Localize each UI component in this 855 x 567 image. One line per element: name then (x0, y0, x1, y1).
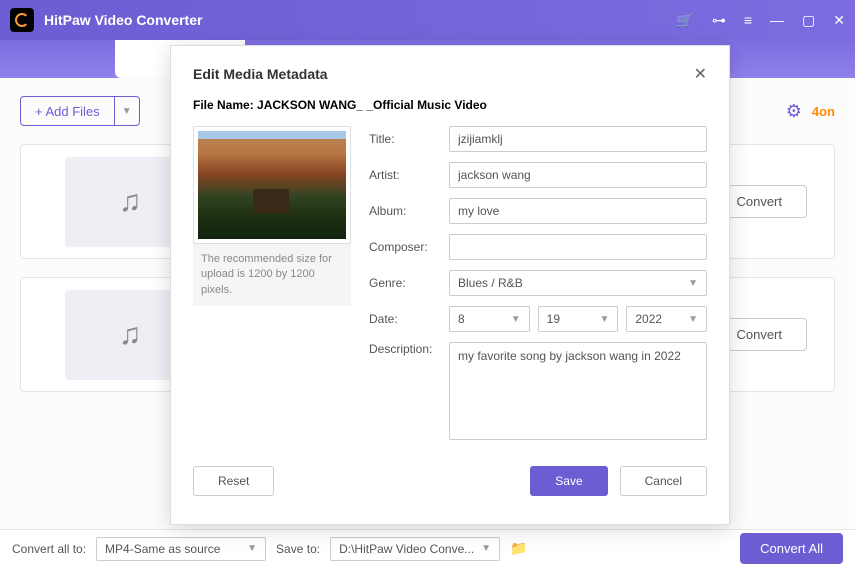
app-logo (10, 8, 34, 32)
title-label: Title: (369, 132, 449, 146)
music-note-icon: ♫ (119, 318, 142, 352)
description-label: Description: (369, 342, 449, 356)
chevron-down-icon: ▼ (122, 106, 132, 117)
convert-all-button[interactable]: Convert All (740, 533, 843, 564)
chevron-down-icon: ▼ (247, 543, 257, 554)
titlebar-controls: 🛒 ⊶ ≡ — ▢ ✕ (676, 12, 845, 29)
modal-close-button[interactable]: ✕ (694, 64, 707, 84)
add-files-button[interactable]: + Add Files ▼ (20, 96, 140, 126)
cart-icon[interactable]: 🛒 (676, 12, 693, 29)
chevron-down-icon: ▼ (688, 314, 698, 325)
artwork-hint: The recommended size for upload is 1200 … (193, 244, 351, 306)
add-files-dropdown[interactable]: ▼ (115, 97, 139, 125)
save-path-value: D:\HitPaw Video Conve... (339, 542, 474, 556)
year-select[interactable]: 2022▼ (626, 306, 707, 332)
description-textarea[interactable] (449, 342, 707, 440)
album-label: Album: (369, 204, 449, 218)
convert-format-value: MP4-Same as source (105, 542, 220, 556)
month-select[interactable]: 8▼ (449, 306, 530, 332)
gpu-icon[interactable]: ⚙ (786, 101, 802, 122)
convert-all-to-label: Convert all to: (12, 542, 86, 556)
genre-label: Genre: (369, 276, 449, 290)
composer-label: Composer: (369, 240, 449, 254)
file-name-label: File Name: (193, 98, 254, 112)
folder-icon[interactable]: 📁 (510, 540, 527, 557)
save-path-select[interactable]: D:\HitPaw Video Conve... ▼ (330, 537, 500, 561)
modal-form: Title: Artist: Album: Composer: Genre: B… (369, 126, 707, 450)
save-to-label: Save to: (276, 542, 320, 556)
album-input[interactable] (449, 198, 707, 224)
edit-metadata-modal: Edit Media Metadata ✕ File Name: JACKSON… (170, 45, 730, 525)
modal-footer: Reset Save Cancel (193, 466, 707, 496)
key-icon[interactable]: ⊶ (712, 12, 726, 29)
title-input[interactable] (449, 126, 707, 152)
day-select[interactable]: 19▼ (538, 306, 619, 332)
chevron-down-icon: ▼ (599, 314, 609, 325)
modal-left-column: The recommended size for upload is 1200 … (193, 126, 351, 450)
modal-title: Edit Media Metadata (193, 66, 328, 82)
add-files-label: + Add Files (21, 97, 115, 125)
titlebar: HitPaw Video Converter 🛒 ⊶ ≡ — ▢ ✕ (0, 0, 855, 40)
reset-button[interactable]: Reset (193, 466, 274, 496)
genre-select[interactable]: Blues / R&B ▼ (449, 270, 707, 296)
modal-header: Edit Media Metadata ✕ (193, 64, 707, 84)
bottombar: Convert all to: MP4-Same as source ▼ Sav… (0, 529, 855, 567)
chevron-down-icon: ▼ (481, 543, 491, 554)
genre-value: Blues / R&B (458, 276, 523, 290)
minimize-icon[interactable]: — (770, 12, 784, 28)
date-label: Date: (369, 312, 449, 326)
save-button[interactable]: Save (530, 466, 607, 496)
maximize-icon[interactable]: ▢ (802, 12, 815, 29)
artist-label: Artist: (369, 168, 449, 182)
convert-format-select[interactable]: MP4-Same as source ▼ (96, 537, 266, 561)
artist-input[interactable] (449, 162, 707, 188)
composer-input[interactable] (449, 234, 707, 260)
music-note-icon: ♫ (119, 185, 142, 219)
menu-icon[interactable]: ≡ (744, 12, 752, 28)
app-title: HitPaw Video Converter (44, 12, 676, 28)
speed-icon[interactable]: 4on (812, 104, 835, 119)
cancel-button[interactable]: Cancel (620, 466, 707, 496)
chevron-down-icon: ▼ (511, 314, 521, 325)
file-name-value: JACKSON WANG_ _Official Music Video (257, 98, 487, 112)
close-icon[interactable]: ✕ (833, 12, 845, 29)
artwork-thumbnail[interactable] (193, 126, 351, 244)
file-name-row: File Name: JACKSON WANG_ _Official Music… (193, 98, 707, 112)
modal-body: The recommended size for upload is 1200 … (193, 126, 707, 450)
chevron-down-icon: ▼ (688, 278, 698, 289)
